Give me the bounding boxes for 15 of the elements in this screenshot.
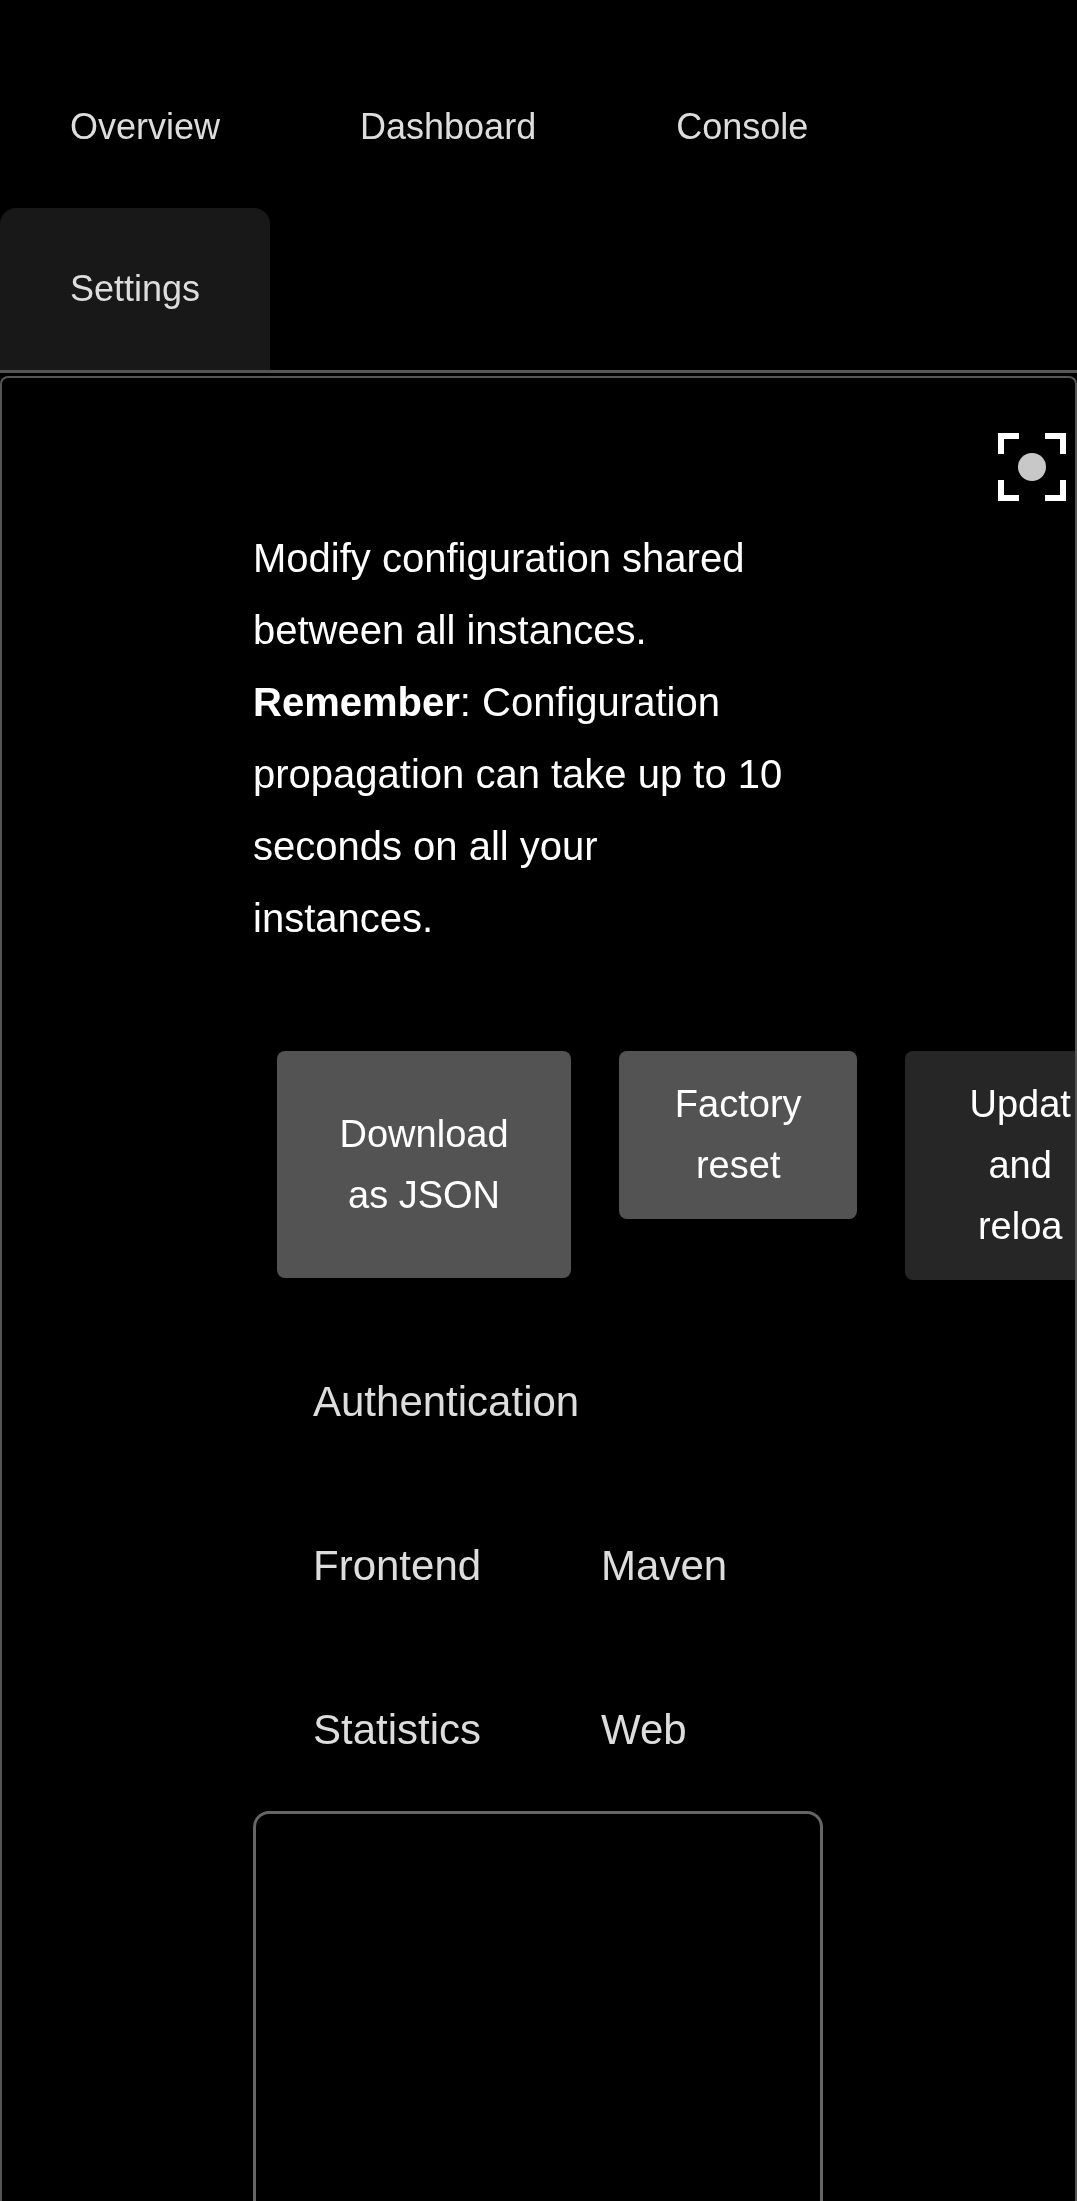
section-link[interactable]: Statistics — [313, 1647, 602, 1811]
tab[interactable]: Console — [606, 46, 879, 208]
tab[interactable]: Dashboard — [290, 46, 607, 208]
action-button[interactable]: Updat and reloa — [905, 1051, 1075, 1280]
action-button[interactable]: Factory reset — [619, 1051, 858, 1219]
section-link[interactable]: Web — [601, 1647, 807, 1811]
tab[interactable]: Overview — [0, 46, 291, 208]
tab[interactable]: Settings — [0, 208, 271, 370]
description-text: Remember: Configuration propagation can take up to 10 seconds on all your instances. — [253, 679, 783, 942]
section-link[interactable]: Authentication — [313, 1319, 700, 1483]
section-link[interactable]: Frontend — [313, 1483, 602, 1647]
description-text: Modify configuration shared between all instances. — [253, 535, 746, 654]
focus-icon[interactable] — [997, 432, 1067, 502]
action-button[interactable]: Download as JSON — [277, 1051, 572, 1278]
section-link[interactable]: Maven — [601, 1483, 848, 1647]
